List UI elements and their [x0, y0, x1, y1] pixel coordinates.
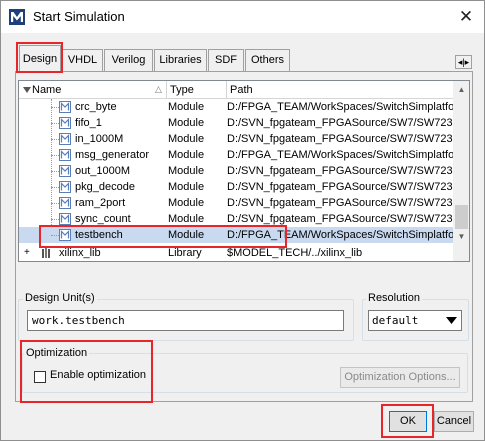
module-type: Module [168, 149, 205, 161]
library-type: Library [168, 247, 202, 259]
module-icon [59, 133, 71, 145]
module-type: Module [168, 133, 205, 145]
tab-verilog[interactable]: Verilog [104, 49, 153, 71]
module-path: D:/SVN_fpgateam_FPGASource/SW7/SW7231 [227, 197, 453, 209]
module-type: Module [168, 213, 205, 225]
module-type: Module [168, 197, 205, 209]
module-icon [59, 197, 71, 209]
module-path: D:/FPGA_TEAM/WorkSpaces/SwitchSimplatfor… [227, 229, 453, 241]
start-simulation-dialog: Start Simulation ✕ Design VHDL Verilog L… [0, 0, 485, 441]
optimization-label: Optimization [24, 347, 90, 359]
window-title: Start Simulation [33, 9, 125, 24]
modelsim-logo-icon [9, 9, 25, 25]
module-icon [59, 149, 71, 161]
resolution-value: default [372, 314, 419, 327]
column-header-path[interactable]: Path [227, 81, 453, 99]
module-name: sync_count [75, 213, 131, 225]
resolution-label: Resolution [366, 292, 422, 304]
module-path: D:/SVN_fpgateam_FPGASource/SW7/SW7231 [227, 133, 453, 145]
scroll-thumb[interactable] [455, 205, 468, 229]
module-type: Module [168, 101, 205, 113]
column-header-type[interactable]: Type [167, 81, 227, 99]
module-name: testbench [75, 229, 123, 241]
tree-row[interactable]: msg_generator Module D:/FPGA_TEAM/WorkSpac… [19, 147, 453, 163]
tab-libraries[interactable]: Libraries [154, 49, 207, 71]
design-tree[interactable]: Name △ Type Path crc_byte Module D:/FPGA_T… [18, 80, 470, 262]
library-icon [42, 248, 50, 258]
tree-rows: crc_byte Module D:/FPGA_TEAM/WorkSpaces/Sw… [19, 99, 453, 245]
tree-row[interactable]: crc_byte Module D:/FPGA_TEAM/WorkSpaces/Sw… [19, 99, 453, 115]
tree-row[interactable]: sync_count Module D:/SVN_fpgateam_FPGASour… [19, 211, 453, 227]
tab-sdf[interactable]: SDF [208, 49, 244, 71]
tree-row[interactable]: pkg_decode Module D:/SVN_fpgateam_FPGASour… [19, 179, 453, 195]
module-name: pkg_decode [75, 181, 135, 193]
module-type: Module [168, 117, 205, 129]
module-path: D:/FPGA_TEAM/WorkSpaces/SwitchSimplatfor… [227, 149, 453, 161]
module-icon [59, 117, 71, 129]
module-type: Module [168, 165, 205, 177]
cancel-button[interactable]: Cancel [434, 411, 474, 432]
tree-row[interactable]: ram_2port Module D:/SVN_fpgateam_FPGASourc… [19, 195, 453, 211]
column-header-name[interactable]: Name [29, 81, 167, 99]
tree-row-library[interactable]: + xilinx_lib Library $MODEL_TECH/../xili… [19, 245, 439, 261]
module-name: crc_byte [75, 101, 117, 113]
library-name: xilinx_lib [59, 247, 101, 259]
module-icon [59, 229, 71, 241]
tree-row[interactable]: out_1000M Module D:/SVN_fpgateam_FPGASourc… [19, 163, 453, 179]
module-name: ram_2port [75, 197, 126, 209]
module-icon [59, 181, 71, 193]
module-type: Module [168, 181, 205, 193]
module-icon [59, 101, 71, 113]
ok-button[interactable]: OK [389, 411, 427, 432]
module-name: fifo_1 [75, 117, 102, 129]
module-name: msg_generator [75, 149, 149, 161]
library-path: $MODEL_TECH/../xilinx_lib [227, 247, 363, 259]
enable-optimization-checkbox[interactable] [34, 371, 46, 383]
expand-plus-icon[interactable]: + [24, 245, 30, 261]
tree-row[interactable]: in_1000M Module D:/SVN_fpgateam_FPGASource… [19, 131, 453, 147]
module-path: D:/SVN_fpgateam_FPGASource/SW7/SW7231 [227, 117, 453, 129]
title-bar[interactable]: Start Simulation ✕ [1, 1, 484, 33]
tree-vertical-scrollbar[interactable]: ▲ ▼ [453, 81, 469, 245]
tree-header: Name △ Type Path [19, 81, 453, 99]
module-path: D:/FPGA_TEAM/WorkSpaces/SwitchSimplatfor… [227, 101, 453, 113]
chevron-down-icon[interactable] [443, 312, 460, 329]
tab-scroll-arrows[interactable]: ◂|▸ [455, 55, 472, 69]
design-unit-label: Design Unit(s) [23, 292, 97, 304]
scroll-up-icon[interactable]: ▲ [453, 81, 469, 98]
module-type: Module [168, 229, 205, 241]
module-icon [59, 165, 71, 177]
module-name: in_1000M [75, 133, 124, 145]
module-path: D:/SVN_fpgateam_FPGASource/SW7/SW7231 [227, 213, 453, 225]
scroll-down-icon[interactable]: ▼ [453, 228, 469, 245]
sort-ascending-icon: △ [155, 84, 162, 94]
tab-vhdl[interactable]: VHDL [62, 49, 103, 71]
design-unit-input[interactable]: work.testbench [27, 310, 344, 331]
module-icon [59, 213, 71, 225]
tab-others[interactable]: Others [245, 49, 290, 71]
module-path: D:/SVN_fpgateam_FPGASource/SW7/SW7231 [227, 181, 453, 193]
optimization-options-button[interactable]: Optimization Options... [340, 367, 460, 388]
module-name: out_1000M [75, 165, 131, 177]
tree-row[interactable]: testbench Module D:/FPGA_TEAM/WorkSpaces/S… [19, 227, 453, 243]
module-path: D:/SVN_fpgateam_FPGASource/SW7/SW7231 [227, 165, 453, 177]
enable-optimization-label[interactable]: Enable optimization [50, 369, 146, 381]
tree-row[interactable]: fifo_1 Module D:/SVN_fpgateam_FPGASource/S… [19, 115, 453, 131]
resolution-select[interactable]: default [368, 310, 462, 331]
tab-design[interactable]: Design [19, 45, 61, 72]
close-icon[interactable]: ✕ [455, 6, 477, 28]
